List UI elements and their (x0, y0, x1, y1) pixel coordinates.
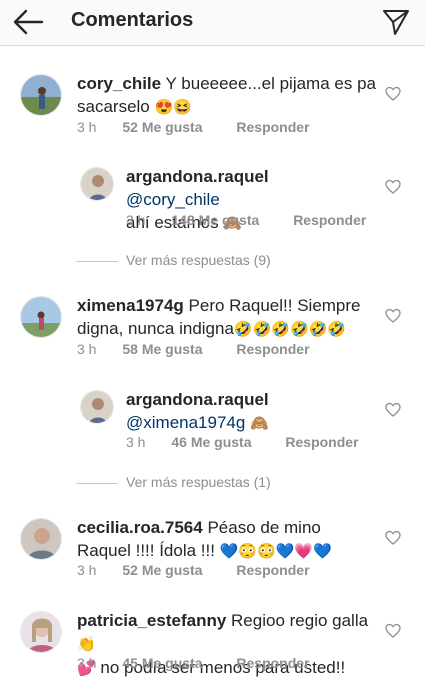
comment-username[interactable]: cory_chile (77, 74, 161, 93)
reply-button[interactable]: Responder (236, 562, 309, 578)
top-bar: Comentarios (0, 0, 425, 46)
comment-meta: 3 h 58 Me gusta Responder (77, 341, 310, 357)
comment-text: argandona.raquel @ximena1974g 🙈 (126, 388, 366, 435)
comment-meta: 3 h 52 Me gusta Responder (77, 119, 310, 135)
comment-likes[interactable]: 45 Me gusta (122, 655, 202, 671)
avatar[interactable] (20, 296, 62, 338)
view-more-replies[interactable]: Ver más respuestas (9) (76, 252, 376, 272)
comment-likes[interactable]: 58 Me gusta (122, 341, 202, 357)
comment-meta: 3 h 148 Me gusta Responder (126, 212, 366, 228)
comment-meta: 3 h 46 Me gusta Responder (126, 434, 359, 450)
reply-button[interactable]: Responder (236, 655, 309, 671)
comment-time: 3 h (77, 562, 97, 578)
heart-icon[interactable] (385, 308, 401, 324)
heart-icon[interactable] (385, 530, 401, 546)
comment-emoji: 😍😆 (154, 99, 192, 116)
reply-button[interactable]: Responder (293, 212, 366, 228)
divider-line (76, 483, 118, 484)
comment-username[interactable]: ximena1974g (77, 296, 184, 315)
comment-emoji: 💙😳😳💙💗💙 (219, 543, 332, 560)
view-more-label[interactable]: Ver más respuestas (1) (126, 474, 271, 490)
mention-link[interactable]: @ximena1974g (126, 413, 245, 432)
reply-button[interactable]: Responder (285, 434, 358, 450)
comment-likes[interactable]: 148 Me gusta (171, 212, 259, 228)
comment-emoji: 🙈 (250, 415, 269, 432)
comment-time: 3 h (126, 434, 146, 450)
comment-time: 3 h (77, 119, 97, 135)
view-more-label[interactable]: Ver más respuestas (9) (126, 252, 271, 268)
comment-emoji: 🤣🤣🤣🤣🤣🤣 (233, 321, 346, 338)
reply-button[interactable]: Responder (236, 119, 309, 135)
comment: ximena1974g Pero Raquel!! Siempre digna,… (0, 292, 425, 362)
mention-link[interactable]: @cory_chile (126, 190, 220, 209)
comment: cory_chile Y bueeeee...el pijama es pa s… (0, 70, 425, 140)
comment-likes[interactable]: 46 Me gusta (171, 434, 251, 450)
avatar[interactable] (20, 611, 62, 653)
reply-comment: argandona.raquel @cory_chile ahí estamos… (0, 163, 425, 233)
arrow-left-icon[interactable] (12, 8, 44, 36)
comment-text: ximena1974g Pero Raquel!! Siempre digna,… (77, 294, 377, 341)
heart-icon[interactable] (385, 623, 401, 639)
comment-likes[interactable]: 52 Me gusta (122, 119, 202, 135)
comment-username[interactable]: cecilia.roa.7564 (77, 518, 203, 537)
avatar[interactable] (80, 167, 114, 201)
comment-text: cory_chile Y bueeeee...el pijama es pa s… (77, 72, 377, 119)
paper-plane-icon[interactable] (381, 7, 411, 37)
view-more-replies[interactable]: Ver más respuestas (1) (76, 474, 376, 494)
avatar[interactable] (80, 390, 114, 424)
comment-likes[interactable]: 52 Me gusta (122, 562, 202, 578)
comment-meta: 3 h 45 Me gusta Responder (77, 655, 310, 671)
heart-icon[interactable] (385, 402, 401, 418)
reply-button[interactable]: Responder (236, 341, 309, 357)
comment: patricia_estefanny Regioo regio galla👏 💕… (0, 607, 425, 677)
comment-text: cecilia.roa.7564 Péaso de mino Raquel !!… (77, 516, 377, 563)
comment-username[interactable]: argandona.raquel (126, 167, 269, 186)
comment-time: 3 h (77, 655, 97, 671)
avatar[interactable] (20, 518, 62, 560)
divider-line (76, 261, 118, 262)
avatar[interactable] (20, 74, 62, 116)
reply-comment: argandona.raquel @ximena1974g 🙈 3 h 46 M… (0, 386, 425, 456)
comment: cecilia.roa.7564 Péaso de mino Raquel !!… (0, 514, 425, 584)
page-title: Comentarios (71, 9, 194, 31)
comment-emoji: 👏 (77, 636, 96, 653)
heart-icon[interactable] (385, 86, 401, 102)
comment-username[interactable]: patricia_estefanny (77, 611, 226, 630)
comment-username[interactable]: argandona.raquel (126, 390, 269, 409)
heart-icon[interactable] (385, 179, 401, 195)
comment-meta: 3 h 52 Me gusta Responder (77, 562, 310, 578)
comment-time: 3 h (126, 212, 146, 228)
comment-time: 3 h (77, 341, 97, 357)
comment-body: Regioo regio galla (231, 611, 369, 630)
